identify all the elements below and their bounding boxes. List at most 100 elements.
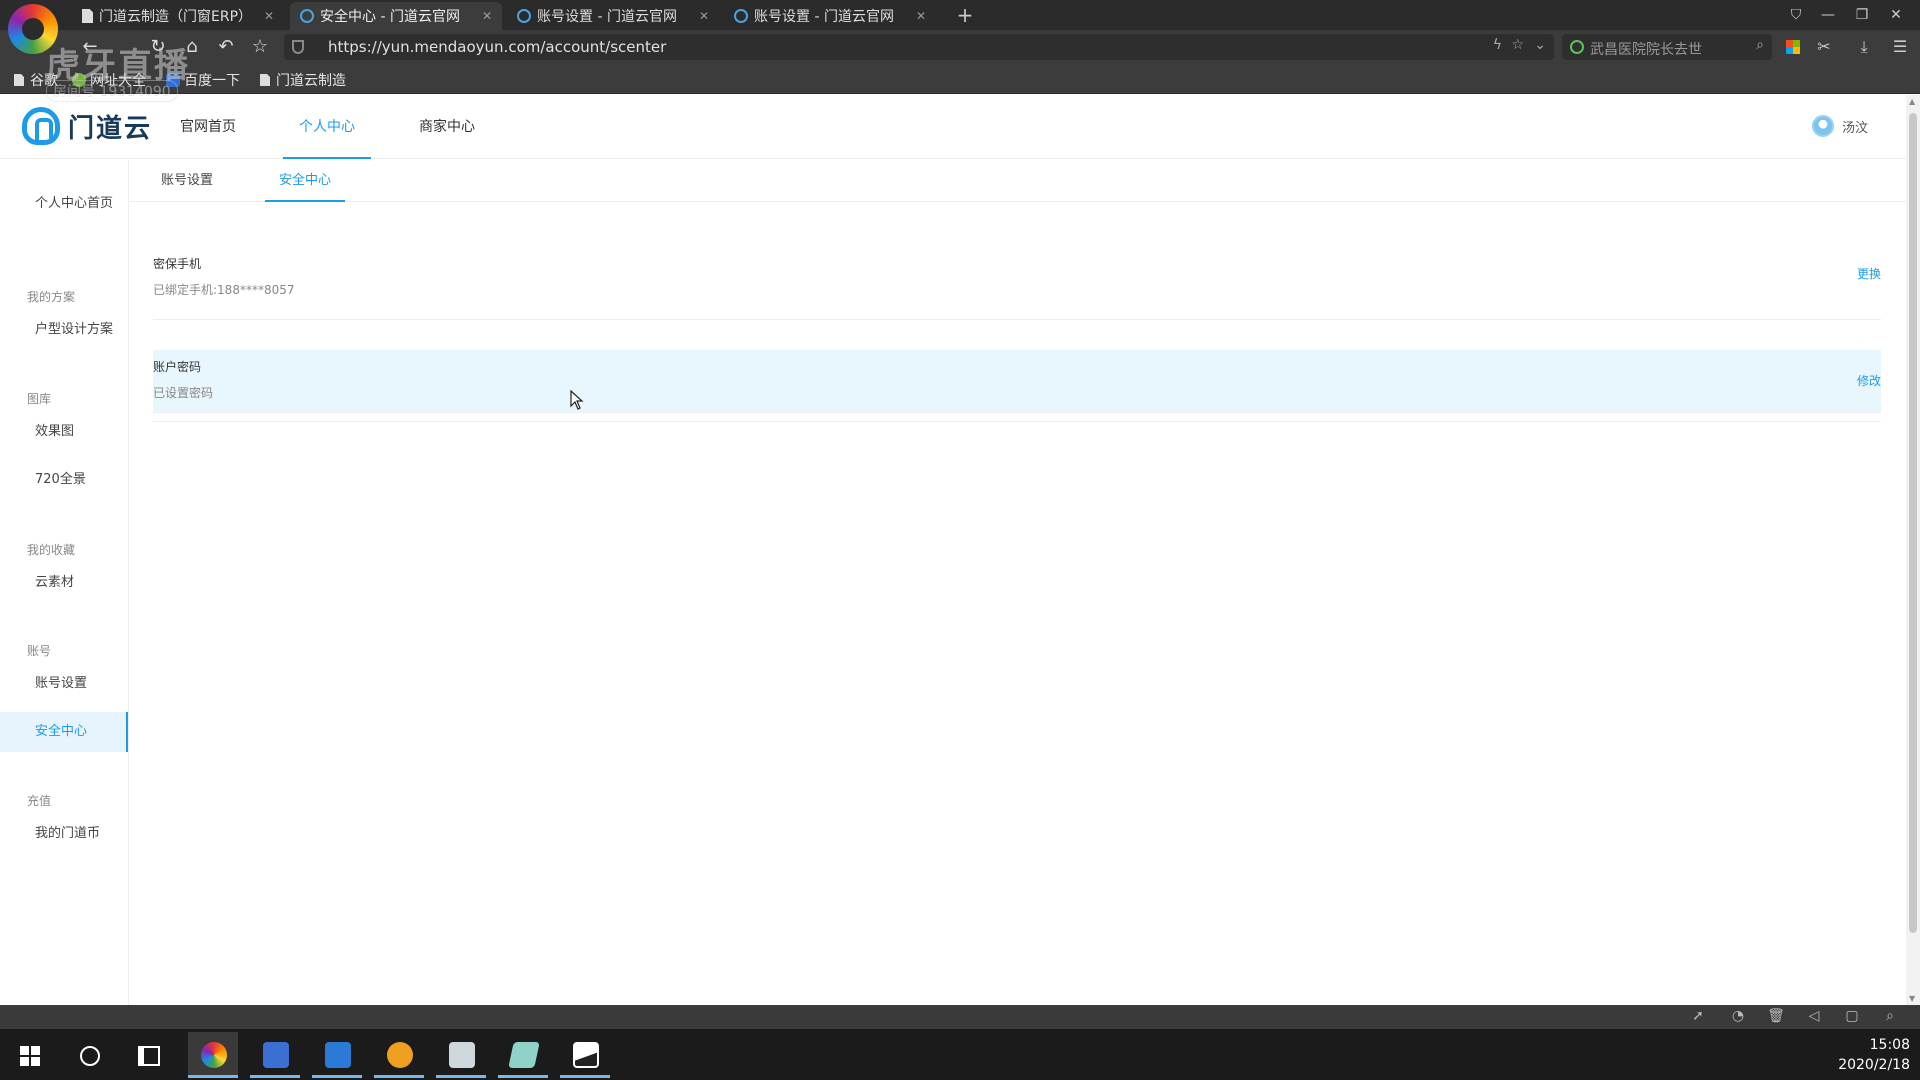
video-app-icon xyxy=(387,1042,413,1068)
sidebar-group-label: 账号 xyxy=(27,644,52,658)
address-bar: ← ↻ ⌂ ↶ ☆ https://yun.mendaoyun.com/acco… xyxy=(0,30,1920,64)
trash-icon[interactable]: 🗑 xyxy=(1766,1008,1786,1024)
taskbar-notes-app[interactable] xyxy=(498,1032,548,1078)
sidebar-group-label: 我的方案 xyxy=(27,290,76,304)
site-favicon-icon xyxy=(734,9,748,23)
shield-icon xyxy=(292,40,304,54)
site-favicon-icon xyxy=(300,9,314,23)
close-icon[interactable]: ✕ xyxy=(482,9,492,23)
sidebar-item-cloud-materials[interactable]: 云素材 xyxy=(0,563,128,603)
rocket-icon[interactable]: ➚ xyxy=(1688,1008,1708,1024)
sidebar-item-renderings[interactable]: 效果图 xyxy=(0,412,128,452)
sidebar-group-label: 充值 xyxy=(27,794,52,808)
close-window-button[interactable]: ✕ xyxy=(1882,4,1910,26)
close-icon[interactable]: ✕ xyxy=(699,9,709,23)
page-content: 门道云 官网首页 个人中心 商家中心 汤汶 个人中心首页 我的方案 户型设计方案… xyxy=(0,95,1906,1005)
tab-title: 安全中心 - 门道云官网 xyxy=(320,9,460,25)
lightning-icon[interactable]: ϟ xyxy=(1493,37,1502,53)
scroll-up-icon[interactable]: ▲ xyxy=(1909,97,1915,106)
restore-button[interactable]: ❐ xyxy=(1848,4,1876,26)
user-menu[interactable]: 汤汶 xyxy=(1811,115,1868,137)
windows-start-icon[interactable] xyxy=(20,1046,40,1066)
tab-security-center[interactable]: 安全中心 xyxy=(265,160,345,202)
active-indicator xyxy=(312,1075,362,1078)
clock-date: 2020/2/18 xyxy=(1838,1057,1910,1073)
tab-account-settings-2[interactable]: 账号设置 - 门道云官网 ✕ xyxy=(724,2,936,30)
system-clock[interactable]: 15:08 2020/2/18 xyxy=(1838,1035,1910,1075)
taskbar-browser[interactable] xyxy=(188,1032,238,1078)
stream-room-id: 房间号 19314090 xyxy=(46,80,178,102)
photos-app-icon xyxy=(573,1042,599,1068)
taskbar-wps-writer[interactable] xyxy=(250,1032,300,1078)
taskbar-app-s[interactable] xyxy=(312,1032,362,1078)
new-tab-button[interactable]: + xyxy=(952,2,978,28)
brand-logo-icon xyxy=(22,107,60,145)
divider xyxy=(153,421,1881,422)
vertical-scrollbar[interactable]: ▲ ▼ xyxy=(1906,95,1920,1005)
bookmark-label: 门道云制造 xyxy=(276,73,346,89)
close-icon[interactable]: ✕ xyxy=(916,9,926,23)
active-indicator xyxy=(188,1075,238,1078)
speed-icon[interactable]: ◔ xyxy=(1728,1008,1748,1024)
active-indicator xyxy=(498,1075,548,1078)
sidebar-item-account-settings[interactable]: 账号设置 xyxy=(0,664,128,704)
change-password-link[interactable]: 修改 xyxy=(1857,372,1881,389)
security-item-title: 账户密码 xyxy=(153,360,202,374)
sidebar-item-home[interactable]: 个人中心首页 xyxy=(0,184,128,224)
windows-taskbar: 15:08 2020/2/18 xyxy=(0,1029,1920,1080)
security-item-desc: 已绑定手机:188****8057 xyxy=(153,283,295,297)
change-phone-link[interactable]: 更换 xyxy=(1857,265,1881,282)
sidebar-item-security-center[interactable]: 安全中心 xyxy=(0,712,128,752)
security-item-title: 密保手机 xyxy=(153,257,202,271)
close-icon[interactable]: ✕ xyxy=(264,9,274,23)
taskbar-photos-app[interactable] xyxy=(560,1032,610,1078)
bookmark-star-icon[interactable]: ☆ xyxy=(1511,37,1524,53)
sidebar-item-coins[interactable]: 我的门道币 xyxy=(0,814,128,854)
active-indicator xyxy=(250,1075,300,1078)
tab-account-settings[interactable]: 账号设置 - 门道云官网 ✕ xyxy=(507,2,719,30)
user-name: 汤汶 xyxy=(1841,120,1868,136)
taskbar-video-app[interactable] xyxy=(374,1032,424,1078)
task-view-icon[interactable] xyxy=(138,1046,160,1066)
browser-app-icon xyxy=(201,1042,227,1068)
site-logo[interactable]: 门道云 xyxy=(22,107,152,145)
undo-icon[interactable]: ↶ xyxy=(214,35,238,59)
security-item-desc: 已设置密码 xyxy=(153,386,214,400)
sidebar-item-floorplans[interactable]: 户型设计方案 xyxy=(0,310,128,350)
tab-title: 账号设置 - 门道云官网 xyxy=(754,9,894,25)
brand-name: 门道云 xyxy=(68,113,153,144)
nav-home[interactable]: 官网首页 xyxy=(176,95,240,159)
nav-merchant-center[interactable]: 商家中心 xyxy=(415,95,479,159)
chat-app-icon xyxy=(449,1042,475,1068)
chevron-down-icon[interactable]: ⌄ xyxy=(1534,37,1546,53)
apps-grid-icon[interactable] xyxy=(1786,40,1800,54)
active-indicator xyxy=(560,1075,610,1078)
taskbar-chat-app[interactable] xyxy=(436,1032,486,1078)
avatar xyxy=(1811,115,1834,137)
volume-icon[interactable]: ◁ xyxy=(1804,1008,1824,1024)
sidebar: 个人中心首页 我的方案 户型设计方案 图库 效果图 720全景 我的收藏 云素材… xyxy=(0,160,129,1005)
url-text[interactable]: https://yun.mendaoyun.com/account/scente… xyxy=(328,38,666,56)
active-indicator xyxy=(436,1075,486,1078)
tab-title: 账号设置 - 门道云官网 xyxy=(537,9,677,25)
search-field[interactable]: 武昌医院院长去世 ⌕ xyxy=(1562,34,1772,60)
tab-security-center[interactable]: 安全中心 - 门道云官网 ✕ xyxy=(290,2,502,30)
tab-account-settings[interactable]: 账号设置 xyxy=(157,160,217,202)
scroll-down-icon[interactable]: ▼ xyxy=(1909,994,1915,1003)
tab-erp[interactable]: 门道云制造（门窗ERP） ✕ xyxy=(72,2,284,30)
url-field[interactable]: https://yun.mendaoyun.com/account/scente… xyxy=(284,34,1554,60)
scrollbar-thumb[interactable] xyxy=(1909,113,1917,933)
menu-icon[interactable]: ☰ xyxy=(1888,35,1912,59)
minimize-button[interactable]: — xyxy=(1814,4,1842,26)
sidebar-item-720-panorama[interactable]: 720全景 xyxy=(0,460,128,500)
window-icon[interactable]: ▢ xyxy=(1842,1008,1862,1024)
zoom-icon[interactable]: ⌕ xyxy=(1880,1008,1900,1024)
favorite-star-icon[interactable]: ☆ xyxy=(248,35,272,59)
cortana-search-icon[interactable] xyxy=(80,1046,100,1066)
download-icon[interactable]: ⤓ xyxy=(1852,35,1876,59)
shirt-skin-icon[interactable]: ⛉ xyxy=(1782,4,1810,26)
nav-personal-center[interactable]: 个人中心 xyxy=(283,95,371,159)
scissors-icon[interactable]: ✂ xyxy=(1812,35,1836,59)
bookmark-mendaoyun[interactable]: 门道云制造 xyxy=(260,70,346,90)
search-icon[interactable]: ⌕ xyxy=(1756,37,1764,53)
